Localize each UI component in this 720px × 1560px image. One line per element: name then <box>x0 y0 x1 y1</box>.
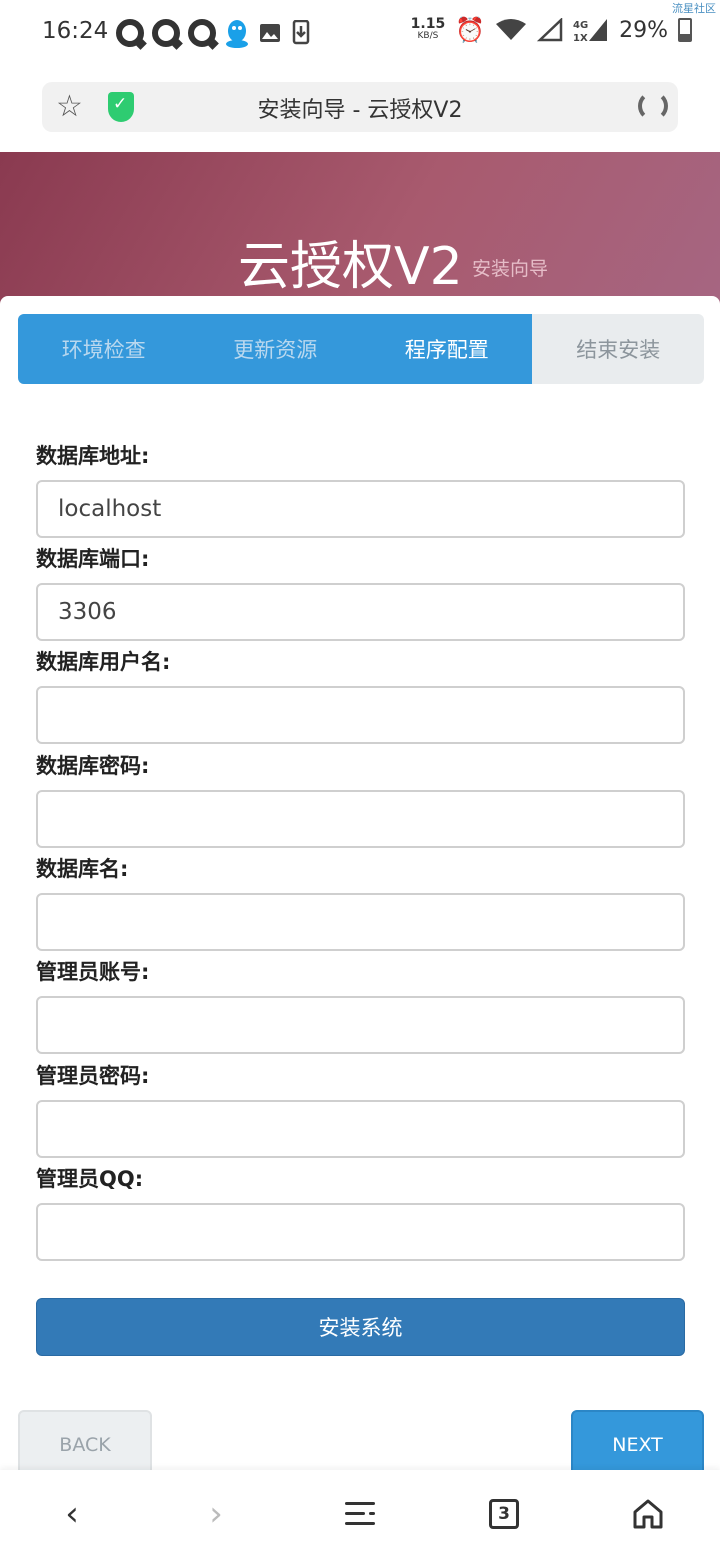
db-user-label: 数据库用户名: <box>36 650 171 674</box>
status-bar: 16:24 1.15 KB/S ⏰ 4G 1X 29% 流星社区 <box>0 0 720 66</box>
alarm-icon: ⏰ <box>455 16 486 44</box>
admin-qq-label: 管理员QQ: <box>36 1167 144 1191</box>
q-app-icon <box>116 19 144 47</box>
step-update-resources[interactable]: 更新资源 <box>190 314 362 384</box>
cellular-icon: 4G 1X <box>573 19 608 43</box>
admin-account-input[interactable] <box>36 996 685 1054</box>
signal-icon <box>537 18 563 42</box>
db-host-label: 数据库地址: <box>36 444 150 468</box>
menu-icon[interactable] <box>338 1492 382 1536</box>
brand-subtitle: 安装向导 <box>472 258 549 280</box>
net-speed: 1.15 KB/S <box>411 17 446 42</box>
address-bar[interactable]: ☆ 安装向导 - 云授权V2 <box>42 82 678 132</box>
wizard-steps: 环境检查 更新资源 程序配置 结束安装 <box>18 314 704 384</box>
db-password-label: 数据库密码: <box>36 754 150 778</box>
notification-icons <box>116 18 312 48</box>
admin-password-input[interactable] <box>36 1100 685 1158</box>
status-time: 16:24 <box>42 18 109 44</box>
db-host-input[interactable] <box>36 480 685 538</box>
tabs-icon[interactable]: 3 <box>482 1492 526 1536</box>
tab-count: 3 <box>489 1499 519 1529</box>
image-icon <box>260 24 280 42</box>
system-indicators: 1.15 KB/S ⏰ 4G 1X 29% <box>411 16 692 44</box>
install-card: 环境检查 更新资源 程序配置 结束安装 数据库地址: 数据库端口: 数据库用户名… <box>0 296 720 1560</box>
admin-account-label: 管理员账号: <box>36 960 150 984</box>
qq-penguin-icon <box>226 20 248 48</box>
home-icon[interactable] <box>626 1492 670 1536</box>
step-env-check[interactable]: 环境检查 <box>18 314 190 384</box>
brand-title: 云授权V2 <box>238 237 463 297</box>
db-port-label: 数据库端口: <box>36 547 150 571</box>
svg-text:4G: 4G <box>573 20 588 31</box>
download-icon <box>292 20 310 45</box>
db-port-input[interactable] <box>36 583 685 641</box>
db-name-input[interactable] <box>36 893 685 951</box>
admin-password-label: 管理员密码: <box>36 1064 150 1088</box>
step-finish-install[interactable]: 结束安装 <box>533 314 705 384</box>
watermark: 流星社区 <box>672 2 716 15</box>
db-user-input[interactable] <box>36 686 685 744</box>
page-title[interactable]: 安装向导 - 云授权V2 <box>42 92 678 124</box>
install-system-button[interactable]: 安装系统 <box>36 1298 685 1356</box>
svg-text:1X: 1X <box>573 33 588 43</box>
db-name-label: 数据库名: <box>36 857 129 881</box>
db-password-input[interactable] <box>36 790 685 848</box>
admin-qq-input[interactable] <box>36 1203 685 1261</box>
browser-bottom-nav: ‹ › 3 <box>0 1470 720 1560</box>
step-program-config[interactable]: 程序配置 <box>361 314 533 384</box>
reload-icon[interactable] <box>638 91 668 121</box>
forward-nav-icon[interactable]: › <box>194 1492 238 1536</box>
wifi-icon <box>496 19 527 40</box>
q-app-icon <box>152 19 180 47</box>
battery-icon <box>678 18 692 42</box>
back-nav-icon[interactable]: ‹ <box>50 1492 94 1536</box>
q-app-icon <box>188 19 216 47</box>
battery-percent: 29% <box>619 17 668 43</box>
